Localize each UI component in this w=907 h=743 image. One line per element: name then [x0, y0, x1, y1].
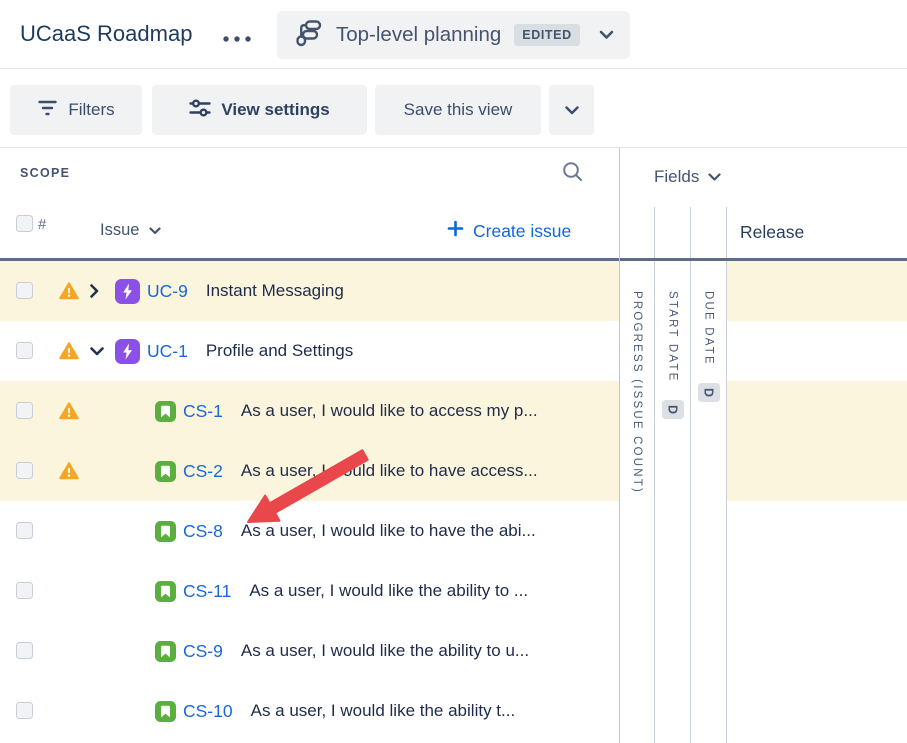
issue-key-link[interactable]: CS-8: [183, 521, 223, 542]
select-all-checkbox[interactable]: [16, 215, 33, 232]
issue-summary[interactable]: Profile and Settings: [206, 341, 353, 361]
save-view-button[interactable]: Save this view: [375, 85, 541, 135]
issue-summary[interactable]: As a user, I would like the ability to .…: [249, 581, 528, 601]
chevron-down-icon: [708, 167, 721, 187]
view-settings-label: View settings: [221, 100, 330, 119]
issue-key-link[interactable]: CS-9: [183, 641, 223, 662]
issue-summary[interactable]: Instant Messaging: [206, 281, 344, 301]
issue-key-link[interactable]: UC-1: [147, 341, 188, 362]
table-row-cs10: CS-10 As a user, I would like the abilit…: [0, 681, 907, 741]
scope-panel-divider: [619, 148, 620, 743]
start-date-badge: D: [661, 399, 684, 419]
story-icon: [155, 700, 176, 722]
issue-key-link[interactable]: CS-2: [183, 461, 223, 482]
warning-icon[interactable]: [59, 462, 79, 480]
row-checkbox[interactable]: [16, 282, 33, 299]
row-checkbox[interactable]: [16, 402, 33, 419]
more-icon: [222, 30, 252, 48]
edited-badge: EDITED: [514, 24, 580, 46]
row-checkbox[interactable]: [16, 522, 33, 539]
due-date-badge: D: [697, 383, 720, 403]
chevron-down-icon[interactable]: [90, 347, 104, 356]
issue-summary[interactable]: As a user, I would like to access my p..…: [241, 401, 538, 421]
rank-column-header: #: [38, 216, 47, 233]
due-date-column-label: DUE DATE: [702, 291, 715, 366]
chevron-down-icon: [149, 221, 162, 240]
row-checkbox[interactable]: [16, 462, 33, 479]
due-date-column: DUE DATE D: [691, 207, 727, 743]
more-menu-button[interactable]: [222, 30, 252, 48]
warning-icon[interactable]: [59, 282, 79, 300]
story-icon: [155, 580, 176, 602]
table-row-cs2: CS-2 As a user, I would like to have acc…: [0, 441, 907, 501]
warning-icon[interactable]: [59, 402, 79, 420]
sliders-icon: [189, 99, 212, 122]
table-row-uc9: UC-9 Instant Messaging: [0, 261, 907, 321]
table-row-cs8: CS-8 As a user, I would like to have the…: [0, 501, 907, 561]
release-column-header[interactable]: Release: [740, 222, 804, 243]
issue-key-link[interactable]: CS-10: [183, 701, 233, 722]
save-view-more-button[interactable]: [549, 85, 594, 135]
plus-icon: [447, 220, 464, 242]
app-header: UCaaS Roadmap Top-level planning EDITED: [0, 0, 907, 69]
filters-button[interactable]: Filters: [10, 85, 142, 135]
filters-label: Filters: [68, 100, 115, 119]
issue-table: UC-9 Instant Messaging UC-1 Profile and …: [0, 261, 907, 741]
table-header-divider: [0, 258, 907, 261]
create-issue-button[interactable]: Create issue: [447, 220, 571, 242]
save-view-label: Save this view: [403, 100, 513, 119]
start-date-column: START DATE D: [655, 207, 691, 743]
issue-summary[interactable]: As a user, I would like to have access..…: [241, 461, 538, 481]
table-row-cs9: CS-9 As a user, I would like the ability…: [0, 621, 907, 681]
story-icon: [155, 520, 176, 542]
issue-header-label: Issue: [100, 221, 140, 239]
row-checkbox[interactable]: [16, 702, 33, 719]
fields-label: Fields: [654, 167, 700, 186]
filter-icon: [37, 99, 58, 122]
table-row-cs11: CS-11 As a user, I would like the abilit…: [0, 561, 907, 621]
progress-column: PROGRESS (ISSUE COUNT): [620, 207, 655, 743]
view-switcher[interactable]: Top-level planning EDITED: [277, 11, 630, 59]
row-checkbox[interactable]: [16, 642, 33, 659]
table-row-cs1: CS-1 As a user, I would like to access m…: [0, 381, 907, 441]
view-name: Top-level planning: [336, 23, 502, 46]
view-settings-button[interactable]: View settings: [152, 85, 367, 135]
progress-column-label: PROGRESS (ISSUE COUNT): [631, 291, 643, 495]
issue-column-header[interactable]: Issue: [100, 221, 162, 240]
row-checkbox[interactable]: [16, 582, 33, 599]
issue-summary[interactable]: As a user, I would like to have the abi.…: [241, 521, 536, 541]
warning-icon[interactable]: [59, 342, 79, 360]
fields-dropdown[interactable]: Fields: [654, 167, 721, 187]
scope-panel-label: SCOPE: [20, 166, 71, 180]
search-icon[interactable]: [561, 160, 584, 183]
issue-key-link[interactable]: CS-11: [183, 581, 231, 602]
epic-icon: [115, 338, 140, 364]
issue-key-link[interactable]: CS-1: [183, 401, 223, 422]
issue-summary[interactable]: As a user, I would like the ability t...: [251, 701, 516, 721]
story-icon: [155, 460, 176, 482]
table-row-uc1: UC-1 Profile and Settings: [0, 321, 907, 381]
story-icon: [155, 400, 176, 422]
chevron-down-icon: [564, 100, 579, 120]
issue-summary[interactable]: As a user, I would like the ability to u…: [241, 641, 529, 661]
row-checkbox[interactable]: [16, 342, 33, 359]
plan-title: UCaaS Roadmap: [20, 21, 193, 46]
field-columns: PROGRESS (ISSUE COUNT) START DATE D DUE …: [620, 207, 727, 743]
start-date-column-label: START DATE: [666, 291, 679, 383]
story-icon: [155, 640, 176, 662]
epic-icon: [115, 278, 140, 304]
chevron-right-icon[interactable]: [90, 284, 99, 298]
chevron-down-icon[interactable]: [599, 30, 614, 40]
issue-key-link[interactable]: UC-9: [147, 281, 188, 302]
toolbar-divider: [0, 147, 907, 148]
plan-hierarchy-icon: [295, 19, 323, 52]
create-issue-label: Create issue: [473, 220, 572, 241]
